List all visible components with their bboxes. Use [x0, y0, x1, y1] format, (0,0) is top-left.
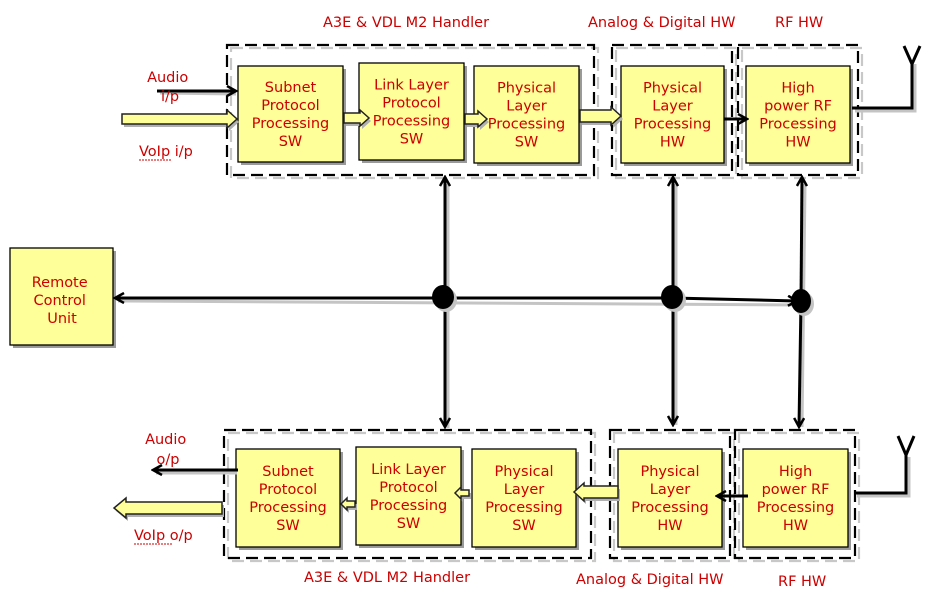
block-diagram: A3E & VDL M2 Handler Analog & Digital HW…: [9, 15, 922, 590]
top-high-power-rf-hw-block: High power RF Processing HW: [745, 65, 853, 166]
bus-junction-1: [432, 285, 454, 309]
top-subnet-protocol-sw-block: Subnet Protocol Processing SW: [237, 65, 346, 165]
bottom-physical-layer-hw-block: Physical Layer Processing HW: [617, 448, 725, 550]
bottom-rf-group-title: RF HW: [778, 574, 826, 590]
bottom-link-layer-protocol-sw-block: Link Layer Protocol Processing SW: [355, 446, 464, 548]
top-sw-group-title: A3E & VDL M2 Handler: [323, 15, 489, 31]
bottom-subnet-protocol-sw-block: Subnet Protocol Processing SW: [235, 448, 343, 550]
bus-junction-3: [791, 289, 811, 313]
voip-output-arrow: [112, 496, 224, 521]
bottom-sw-group-title: A3E & VDL M2 Handler: [304, 570, 470, 586]
bus-junction-2: [661, 285, 683, 309]
audio-output-label: Audio o/p: [145, 432, 191, 468]
top-ad-group-title: Analog & Digital HW: [588, 15, 736, 31]
top-rf-group-title: RF HW: [775, 15, 823, 31]
voip-output-label: VoIp o/p: [134, 528, 193, 544]
bottom-antenna-icon: [854, 435, 916, 498]
control-bus: [115, 177, 814, 428]
bottom-high-power-rf-hw-block: High power RF Processing HW: [742, 448, 851, 550]
bottom-link-to-subnet-arrow: [339, 496, 357, 513]
audio-output-arrow: [153, 470, 238, 473]
voip-input-label: VoIp i/p: [139, 144, 193, 160]
top-physical-layer-sw-block: Physical Layer Processing SW: [473, 65, 582, 166]
audio-input-label: Audio i/p: [147, 70, 193, 105]
top-physical-layer-hw-block: Physical Layer Processing HW: [620, 65, 727, 166]
voip-input-arrow: [121, 108, 239, 131]
bottom-ad-group-title: Analog & Digital HW: [576, 572, 724, 588]
remote-control-unit-block: Remote Control Unit: [9, 247, 116, 348]
bottom-physical-layer-sw-block: Physical Layer Processing SW: [471, 448, 579, 550]
top-link-layer-protocol-sw-block: Link Layer Protocol Processing SW: [358, 62, 467, 163]
bottom-hw-to-phy-sw-arrow: [572, 481, 620, 504]
